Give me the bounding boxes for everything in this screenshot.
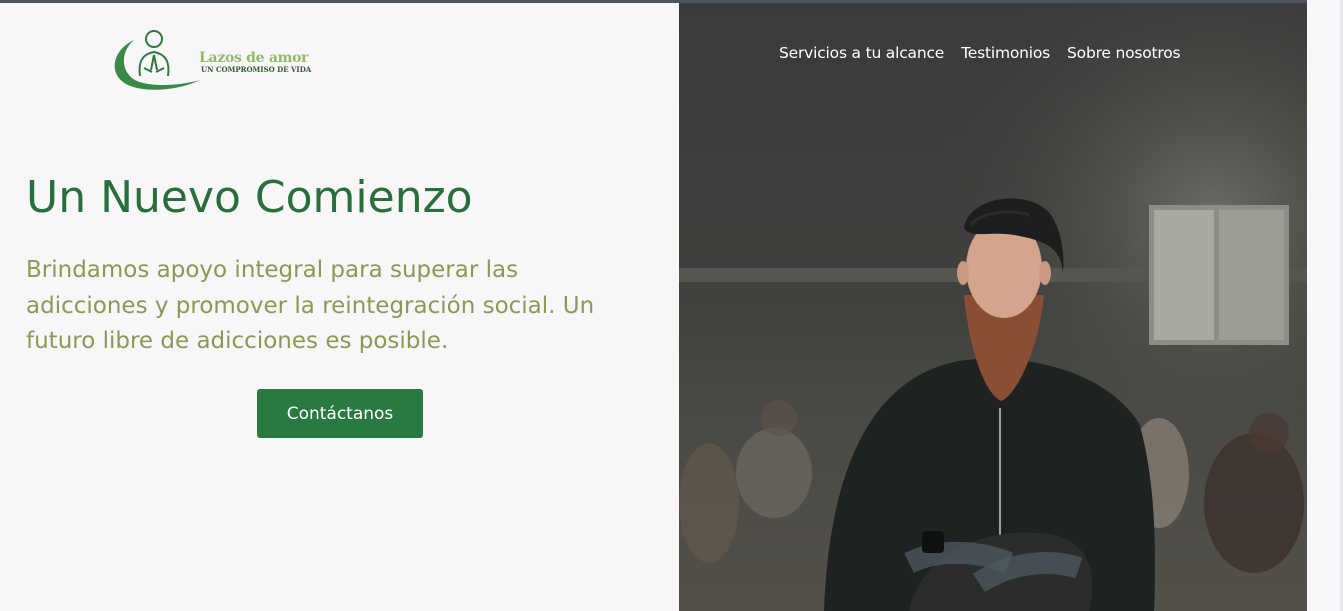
main-nav: Servicios a tu alcance Testimonios Sobre… (779, 44, 1181, 62)
brand-name: Lazos de amor (199, 50, 309, 66)
logo[interactable]: Lazos de amor UN COMPROMISO DE VIDA (108, 28, 338, 94)
hero-image (679, 3, 1307, 611)
nav-link-sobre-nosotros[interactable]: Sobre nosotros (1067, 44, 1181, 62)
brand-tagline: UN COMPROMISO DE VIDA (201, 65, 312, 74)
nav-link-testimonios[interactable]: Testimonios (961, 44, 1050, 62)
nav-link-servicios[interactable]: Servicios a tu alcance (779, 44, 944, 62)
right-margin (1307, 0, 1343, 611)
hero-subtitle: Brindamos apoyo integral para superar la… (26, 257, 595, 354)
hero-title: Un Nuevo Comienzo (26, 172, 473, 223)
contact-button[interactable]: Contáctanos (257, 389, 423, 438)
